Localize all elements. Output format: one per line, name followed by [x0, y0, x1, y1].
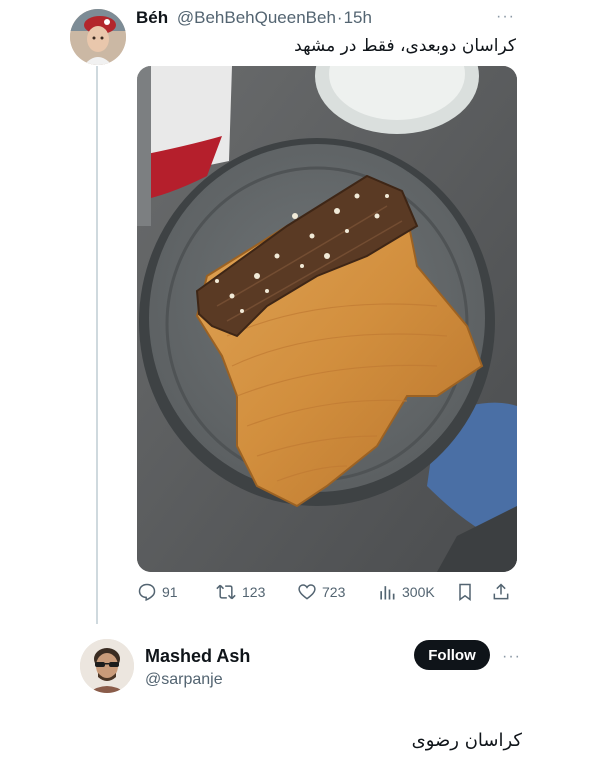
- reply-text: کراسان رضوی: [411, 730, 522, 751]
- tweet-photo[interactable]: [137, 66, 517, 572]
- more-options-icon[interactable]: ···: [496, 8, 515, 26]
- share-button[interactable]: [491, 582, 511, 602]
- like-button[interactable]: 723: [297, 582, 345, 602]
- reply-button[interactable]: 91: [137, 582, 178, 602]
- share-icon: [493, 583, 509, 600]
- author-name[interactable]: Béh: [136, 8, 168, 27]
- meta-separator: ·: [336, 8, 343, 27]
- reply-icon: [138, 583, 156, 602]
- tweet-time[interactable]: 15h: [344, 8, 372, 27]
- tweet-text: کراسان دوبعدی، فقط در مشهد: [294, 36, 516, 56]
- croissant-photo-image: [137, 66, 517, 572]
- retweet-icon: [216, 584, 236, 600]
- author-handle[interactable]: @BehBehQueenBeh: [177, 8, 336, 27]
- follow-button[interactable]: Follow: [414, 640, 490, 670]
- avatar[interactable]: [70, 9, 126, 65]
- reply-count: 91: [162, 584, 178, 600]
- thread-connector-line: [96, 66, 98, 624]
- tweet-header: Béh @BehBehQueenBeh·15h: [136, 8, 372, 28]
- reply-avatar-image: [80, 639, 134, 693]
- views-button[interactable]: 300K: [377, 582, 435, 602]
- avatar-image: [70, 9, 126, 65]
- tweet-action-bar: 91 123 723 300K: [137, 582, 517, 606]
- heart-icon: [298, 584, 316, 600]
- retweet-count: 123: [242, 584, 266, 600]
- reply-author-handle[interactable]: @sarpanje: [145, 671, 223, 689]
- views-icon: [380, 586, 395, 600]
- views-count: 300K: [402, 584, 435, 600]
- reply-author-name[interactable]: Mashed Ash: [145, 646, 250, 667]
- bookmark-icon: [459, 583, 471, 601]
- retweet-button[interactable]: 123: [215, 582, 265, 602]
- like-count: 723: [322, 584, 346, 600]
- more-options-icon[interactable]: ···: [502, 648, 521, 666]
- bookmark-button[interactable]: [455, 582, 475, 602]
- reply-avatar[interactable]: [80, 639, 134, 693]
